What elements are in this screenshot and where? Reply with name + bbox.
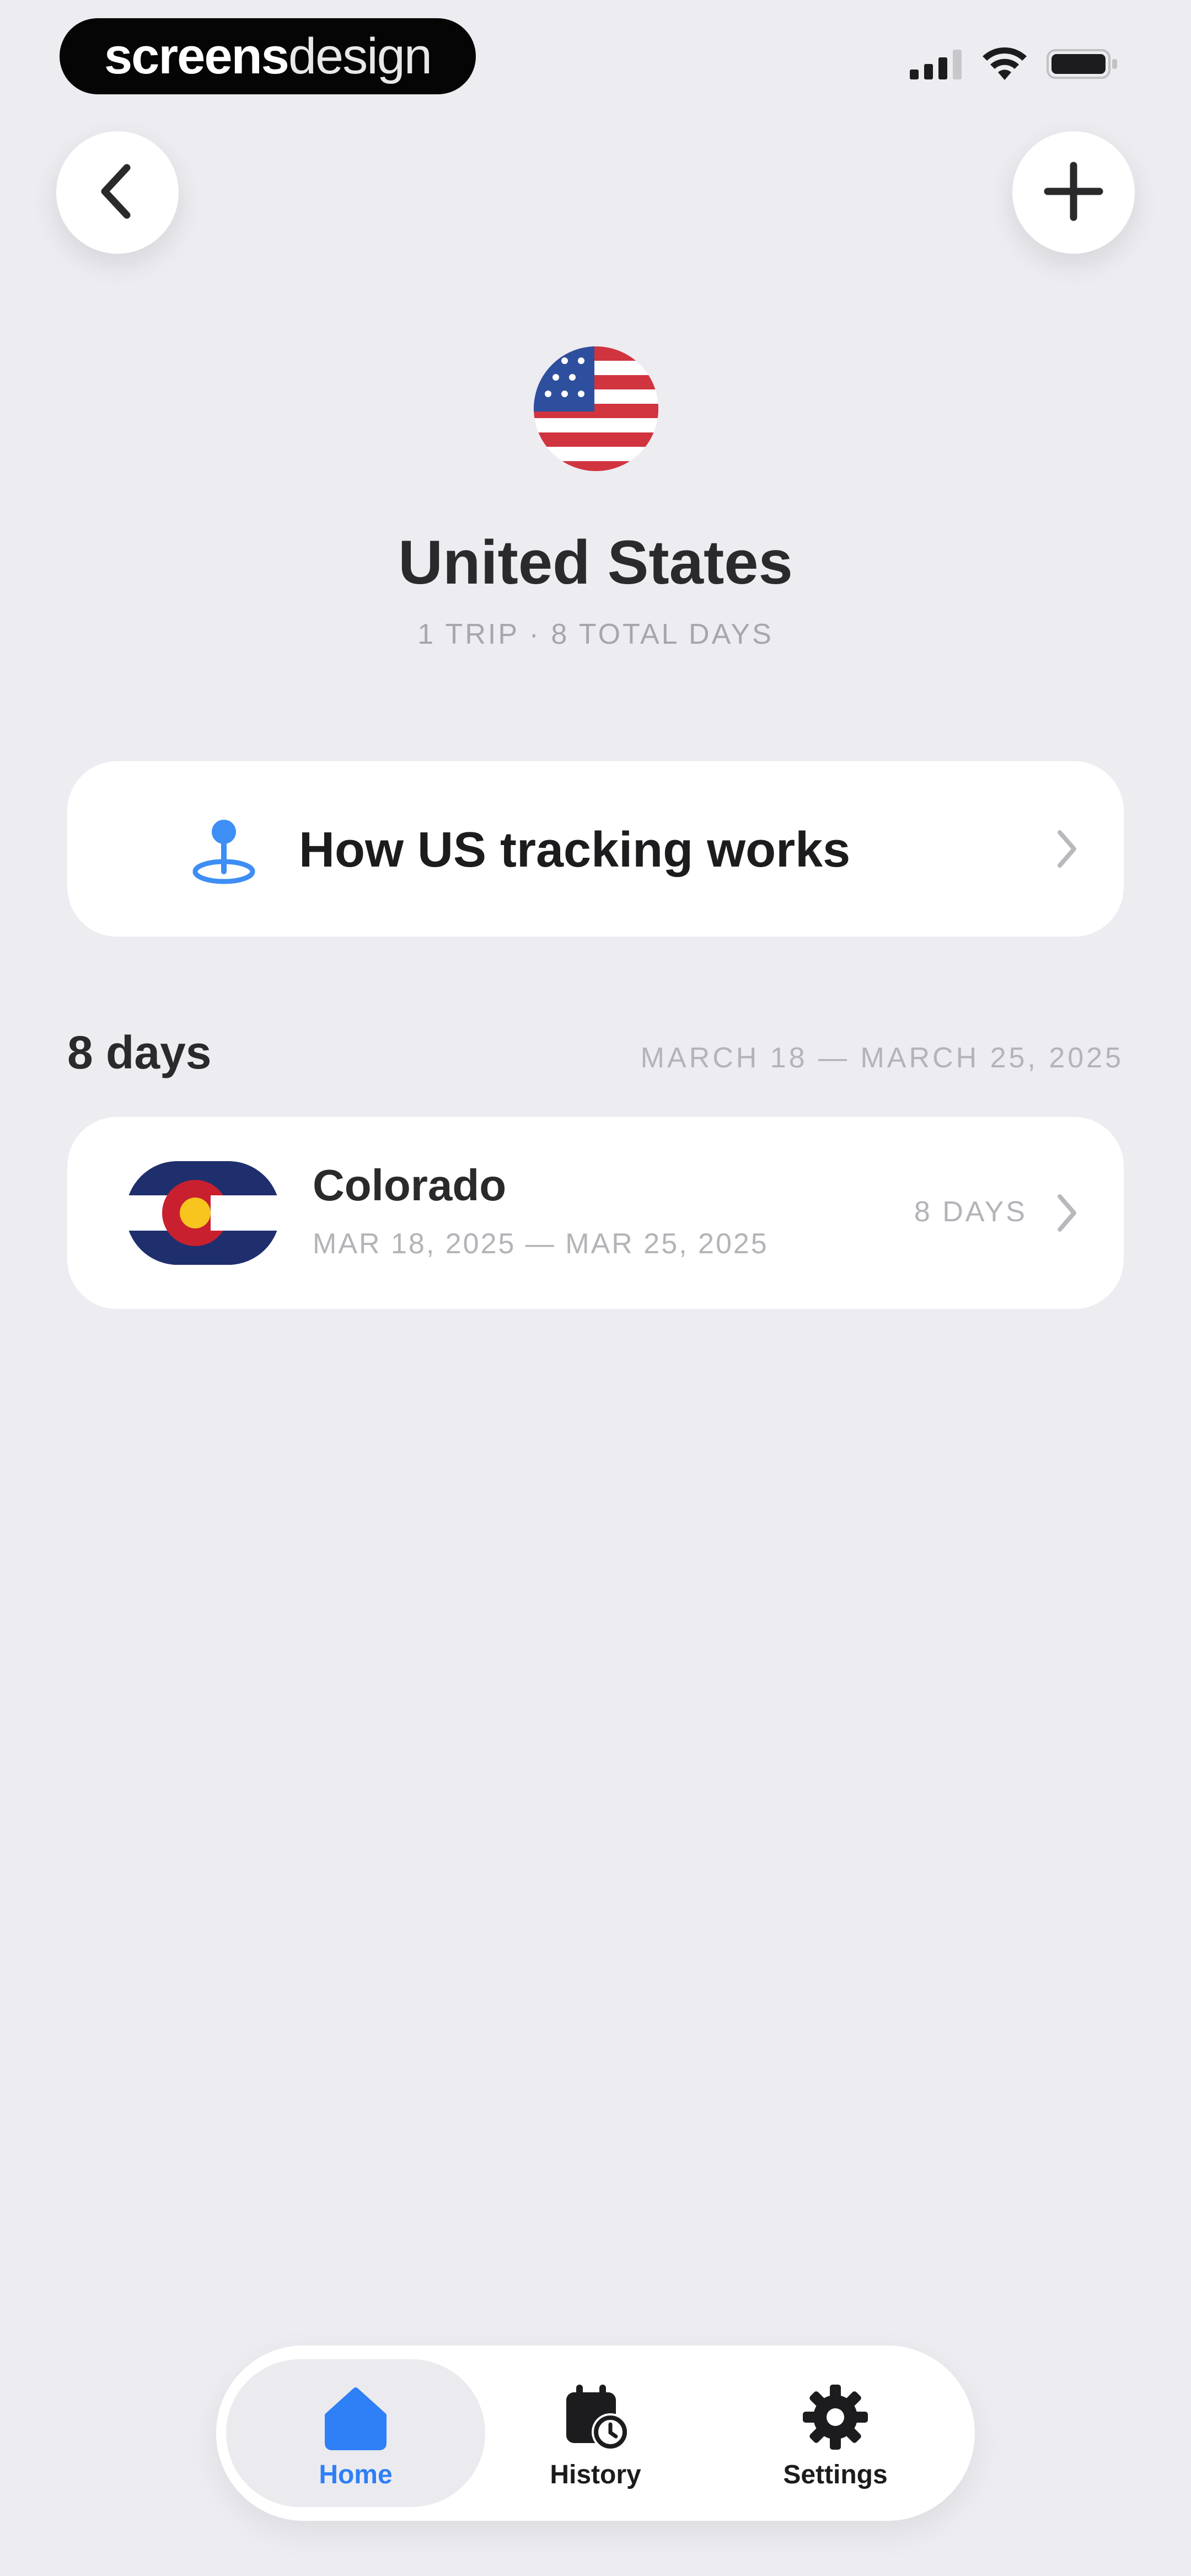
- location-pin-icon: [190, 816, 259, 885]
- chevron-left-icon: [93, 161, 142, 225]
- total-days-heading: 8 days: [67, 1027, 212, 1078]
- chevron-right-icon: [1053, 827, 1081, 871]
- watermark-bold-text: screens: [104, 28, 289, 84]
- tracking-info-label: How US tracking works: [299, 822, 851, 878]
- add-trip-button[interactable]: [1012, 131, 1135, 254]
- us-flag-icon: [534, 346, 658, 471]
- cellular-signal-icon: [910, 49, 963, 82]
- date-range-label: MARCH 18 — MARCH 25, 2025: [640, 1042, 1124, 1074]
- battery-icon: [1047, 48, 1119, 83]
- tab-home-label: Home: [319, 2460, 393, 2489]
- trip-name: Colorado: [313, 1161, 507, 1210]
- chevron-right-icon: [1053, 1191, 1081, 1235]
- home-icon: [320, 2381, 391, 2453]
- trip-row[interactable]: Colorado MAR 18, 2025 — MAR 25, 2025 8 D…: [67, 1117, 1124, 1309]
- colorado-flag-icon: [126, 1161, 280, 1265]
- gear-icon: [800, 2381, 871, 2453]
- calendar-clock-icon: [560, 2381, 631, 2453]
- tab-settings-label: Settings: [783, 2460, 888, 2489]
- trip-days-count: 8 DAYS: [914, 1196, 1027, 1228]
- tab-history[interactable]: History: [466, 2359, 725, 2507]
- watermark-light-text: design: [288, 28, 432, 84]
- app-screen: screens design United States 1 TRIP · 8 …: [0, 0, 1191, 2576]
- tab-home[interactable]: Home: [226, 2359, 485, 2507]
- back-button[interactable]: [56, 131, 179, 254]
- tab-history-label: History: [550, 2460, 641, 2489]
- trip-dates: MAR 18, 2025 — MAR 25, 2025: [313, 1228, 769, 1260]
- tracking-info-row[interactable]: How US tracking works: [67, 761, 1124, 937]
- screensdesign-watermark: screens design: [60, 18, 476, 94]
- wifi-icon: [981, 47, 1028, 84]
- status-icons: [910, 47, 1119, 84]
- plus-icon: [1043, 161, 1104, 225]
- tab-settings[interactable]: Settings: [706, 2359, 965, 2507]
- tab-bar: Home History Settings: [216, 2345, 975, 2521]
- trip-summary: 1 TRIP · 8 TOTAL DAYS: [417, 618, 774, 650]
- page-title: United States: [398, 528, 793, 597]
